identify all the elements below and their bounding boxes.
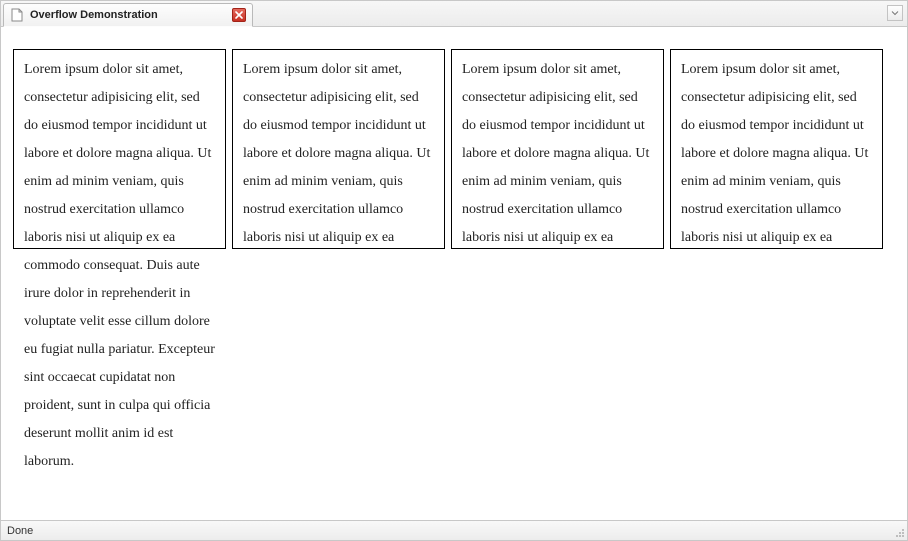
status-text: Done (7, 525, 33, 537)
resize-grip[interactable] (893, 526, 905, 538)
status-bar: Done (1, 520, 907, 540)
new-tab-button[interactable] (887, 5, 903, 21)
lorem-text: Lorem ipsum dolor sit amet, consectetur … (462, 56, 653, 249)
overflow-box-visible: Lorem ipsum dolor sit amet, consectetur … (13, 49, 226, 249)
browser-window: Overflow Demonstration Lorem ipsum dolor… (0, 0, 908, 541)
tab-strip: Overflow Demonstration (1, 1, 907, 27)
lorem-text: Lorem ipsum dolor sit amet, consectetur … (243, 56, 434, 249)
tab-title: Overflow Demonstration (30, 9, 226, 21)
overflow-demo-row: Lorem ipsum dolor sit amet, consectetur … (13, 49, 907, 249)
tab-close-button[interactable] (232, 8, 246, 22)
page-icon (10, 8, 24, 22)
overflow-box-scroll[interactable]: Lorem ipsum dolor sit amet, consectetur … (232, 49, 445, 249)
lorem-text: Lorem ipsum dolor sit amet, consectetur … (24, 56, 215, 476)
overflow-box-hidden: Lorem ipsum dolor sit amet, consectetur … (670, 49, 883, 249)
lorem-text: Lorem ipsum dolor sit amet, consectetur … (681, 56, 872, 249)
browser-tab[interactable]: Overflow Demonstration (3, 3, 253, 27)
page-content: Lorem ipsum dolor sit amet, consectetur … (1, 27, 907, 520)
overflow-box-auto[interactable]: Lorem ipsum dolor sit amet, consectetur … (451, 49, 664, 249)
